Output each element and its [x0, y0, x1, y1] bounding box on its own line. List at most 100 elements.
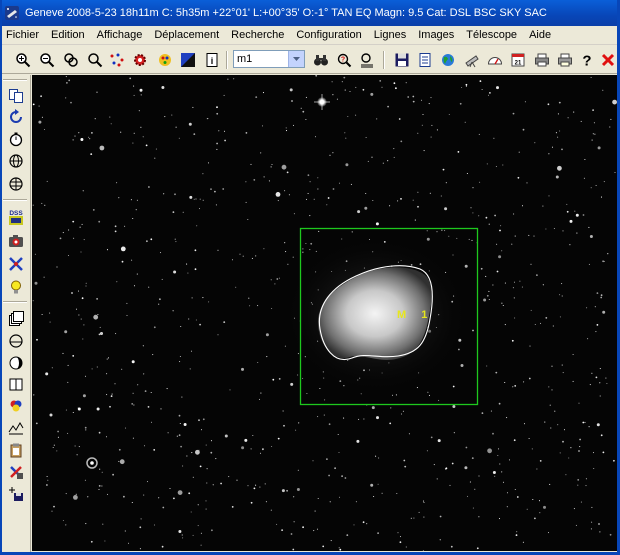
star — [506, 417, 508, 419]
menu-deplacement[interactable]: Déplacement — [148, 29, 225, 41]
svg-text:DSS: DSS — [9, 210, 23, 217]
star — [220, 482, 223, 485]
star — [124, 427, 127, 429]
star — [131, 360, 135, 364]
calendar-button[interactable]: 21 — [508, 50, 528, 70]
zoom-out-button[interactable] — [37, 50, 57, 70]
star — [600, 296, 603, 299]
star — [67, 364, 69, 366]
star — [96, 91, 98, 93]
search-list-button[interactable] — [357, 50, 377, 70]
star — [62, 519, 64, 522]
star — [271, 163, 273, 166]
color-mode-button[interactable] — [155, 50, 175, 70]
add-object-button[interactable] — [7, 485, 25, 503]
star — [56, 266, 58, 268]
notes-button[interactable] — [415, 50, 435, 70]
globe-button[interactable] — [438, 50, 458, 70]
menu-edition[interactable]: Edition — [45, 29, 91, 41]
print-setup-button[interactable] — [555, 50, 575, 70]
star — [497, 454, 499, 457]
toolbar-separator — [226, 51, 228, 69]
constellation-button[interactable] — [7, 255, 25, 273]
menu-configuration[interactable]: Configuration — [290, 29, 367, 41]
star — [572, 380, 574, 382]
star — [215, 204, 217, 206]
star — [600, 434, 603, 437]
coordinates-button[interactable] — [7, 175, 25, 193]
star — [44, 204, 46, 206]
object-label-m1[interactable]: M 1 — [397, 309, 433, 321]
copy-button[interactable] — [7, 87, 25, 105]
star — [195, 319, 197, 321]
star — [106, 493, 109, 495]
idea-button[interactable] — [7, 278, 25, 296]
camera-button[interactable] — [7, 232, 25, 250]
star — [588, 226, 590, 228]
star — [252, 434, 254, 437]
ruler-icon — [9, 378, 23, 391]
star — [202, 173, 204, 175]
dots-button[interactable] — [107, 50, 127, 70]
menu-fichier[interactable]: Fichier — [0, 29, 45, 41]
telescope-button[interactable] — [462, 50, 482, 70]
menu-recherche[interactable]: Recherche — [225, 29, 290, 41]
star — [614, 171, 616, 174]
chart-print-button[interactable] — [7, 441, 25, 459]
layers-button[interactable] — [7, 310, 25, 328]
star — [173, 270, 177, 274]
object-search-select[interactable]: m1 — [233, 50, 305, 68]
star — [194, 268, 197, 271]
star — [410, 517, 412, 519]
star — [377, 532, 379, 534]
star — [464, 264, 468, 268]
star — [302, 377, 304, 379]
measure-button[interactable] — [7, 375, 25, 393]
star — [327, 197, 330, 199]
tools-button[interactable] — [7, 463, 25, 481]
find-object-button[interactable] — [311, 50, 331, 70]
zoom-in-button[interactable] — [13, 50, 33, 70]
star — [307, 192, 309, 195]
sky-chart[interactable]: M 1 — [32, 75, 617, 551]
color-sky-button[interactable] — [7, 397, 25, 415]
print-button[interactable] — [532, 50, 552, 70]
menu-aide[interactable]: Aide — [523, 29, 557, 41]
help-button[interactable]: ? — [577, 50, 597, 70]
moon-phase-button[interactable] — [7, 354, 25, 372]
chevron-down-icon[interactable] — [288, 51, 304, 67]
star — [536, 468, 538, 470]
dome-button[interactable] — [485, 50, 505, 70]
star — [582, 421, 585, 424]
exit-button[interactable] — [598, 50, 618, 70]
star — [224, 139, 227, 142]
refresh-button[interactable] — [7, 108, 25, 126]
star — [245, 201, 247, 203]
star — [65, 493, 67, 495]
identify-button[interactable]: ? — [334, 50, 354, 70]
projection-button[interactable] — [7, 152, 25, 170]
time-button[interactable] — [7, 130, 25, 148]
save-button[interactable] — [392, 50, 412, 70]
menu-telescope[interactable]: Télescope — [460, 29, 523, 41]
star — [305, 96, 307, 98]
horizon-button[interactable] — [7, 332, 25, 350]
dss-image-button[interactable]: DSS — [7, 208, 25, 226]
star — [550, 427, 552, 429]
star — [568, 457, 570, 459]
app-telescope-icon[interactable] — [4, 5, 20, 21]
search-zoom-button[interactable] — [85, 50, 105, 70]
night-vision-button[interactable] — [178, 50, 198, 70]
settings-button[interactable] — [130, 50, 150, 70]
toolbar-separator — [3, 79, 27, 81]
info-page-button[interactable]: i — [202, 50, 222, 70]
menu-affichage[interactable]: Affichage — [91, 29, 149, 41]
spectrum-button[interactable] — [7, 419, 25, 437]
menu-images[interactable]: Images — [412, 29, 460, 41]
star — [228, 476, 230, 478]
star — [334, 467, 336, 470]
star — [397, 200, 399, 202]
zoom-field-button[interactable] — [61, 50, 81, 70]
menu-lignes[interactable]: Lignes — [368, 29, 412, 41]
star — [551, 389, 553, 391]
